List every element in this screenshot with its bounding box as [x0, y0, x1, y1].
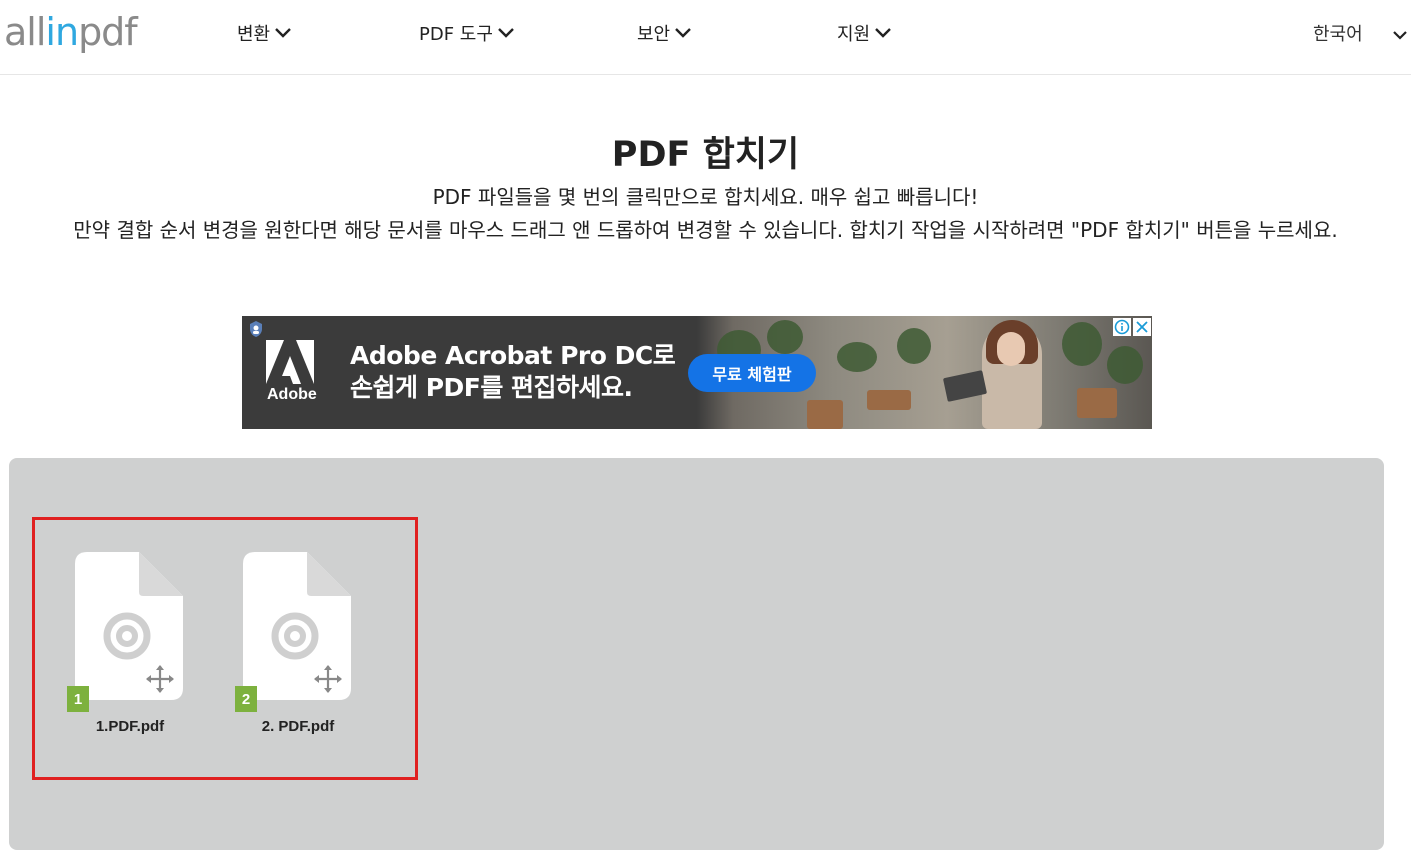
nav-support-label: 지원: [837, 24, 871, 45]
move-icon[interactable]: [145, 664, 175, 694]
chevron-down-icon: [275, 28, 291, 38]
nav-pdf-tools[interactable]: PDF 도구: [419, 20, 515, 46]
file-order-badge: 1: [67, 686, 89, 712]
ad-headline: Adobe Acrobat Pro DC로 손쉽게 PDF를 편집하세요.: [350, 340, 676, 404]
chevron-down-icon: [875, 28, 891, 38]
ad-brand-label: Adobe: [267, 386, 317, 403]
file-name: 1.PDF.pdf: [95, 718, 165, 735]
nav-security[interactable]: 보안: [637, 20, 692, 46]
file-item-2[interactable]: 2 2. PDF.pdf: [235, 552, 375, 752]
ad-headline-line-1: Adobe Acrobat Pro DC로: [350, 341, 676, 370]
description-line-2: 만약 결합 순서 변경을 원한다면 해당 문서를 마우스 드래그 앤 드롭하여 …: [73, 218, 1338, 242]
site-logo[interactable]: allinpdf: [4, 10, 138, 54]
nav-security-label: 보안: [637, 24, 671, 45]
ad-close-icon[interactable]: [1133, 318, 1151, 336]
nav-convert[interactable]: 변환: [237, 20, 292, 46]
nav-convert-label: 변환: [237, 24, 271, 45]
language-selector[interactable]: 한국어: [1313, 20, 1363, 46]
chevron-down-icon[interactable]: [1392, 30, 1408, 41]
ad-headline-line-2: 손쉽게 PDF를 편집하세요.: [350, 373, 633, 402]
adobe-logo-icon: [266, 340, 314, 384]
logo-text-all: all: [4, 10, 46, 54]
logo-text-pdf: pdf: [78, 10, 138, 54]
page-title: PDF 합치기: [611, 135, 800, 175]
nav-support[interactable]: 지원: [837, 20, 892, 46]
file-order-badge: 2: [235, 686, 257, 712]
ad-info-icon[interactable]: [1113, 318, 1131, 336]
site-header: allinpdf 변환 PDF 도구 보안 지원 한국어: [0, 0, 1411, 75]
ad-privacy-icon: [250, 321, 262, 337]
nav-pdf-tools-label: PDF 도구: [419, 24, 493, 45]
description-line-1: PDF 파일들을 몇 번의 클릭만으로 합치세요. 매우 쉽고 빠릅니다!: [432, 185, 979, 209]
move-icon[interactable]: [313, 664, 343, 694]
page-description: PDF 파일들을 몇 번의 클릭만으로 합치세요. 매우 쉽고 빠릅니다! 만약…: [8, 181, 1403, 247]
file-item-1[interactable]: 1 1.PDF.pdf: [67, 552, 207, 752]
chevron-down-icon: [675, 28, 691, 38]
chevron-down-icon: [498, 28, 514, 38]
file-name: 2. PDF.pdf: [261, 718, 335, 735]
ad-free-trial-button[interactable]: 무료 체험판: [688, 354, 816, 392]
logo-text-in: in: [45, 10, 79, 54]
